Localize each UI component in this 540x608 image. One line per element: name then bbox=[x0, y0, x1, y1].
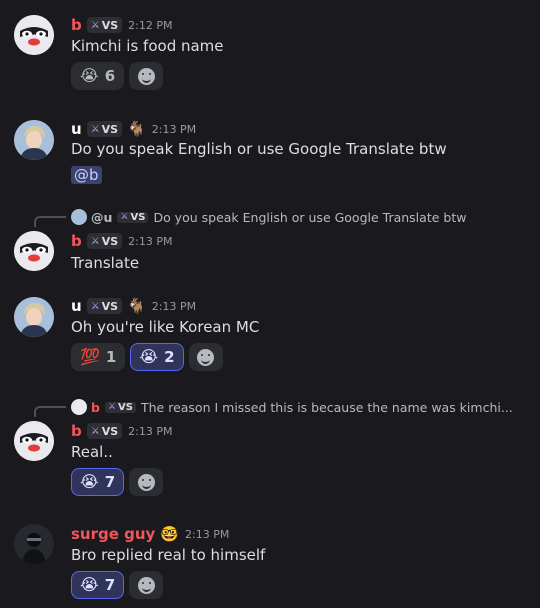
reply-author: b bbox=[91, 399, 100, 415]
avatar-anime[interactable] bbox=[14, 120, 54, 160]
mention-line: @b bbox=[71, 166, 102, 184]
reaction-sob[interactable]: 😭 6 bbox=[71, 62, 125, 90]
message-header: b ⚔ VS 2:13 PM bbox=[71, 422, 172, 440]
reaction-sob[interactable]: 😭 7 bbox=[71, 468, 125, 496]
reaction-sob[interactable]: 😭 2 bbox=[130, 343, 184, 371]
message-header: u ⚔ VS 🐐 2:13 PM bbox=[71, 120, 196, 138]
message-text: Kimchi is food name bbox=[71, 37, 224, 55]
guild-tag[interactable]: ⚔ VS bbox=[86, 17, 123, 33]
guild-tag[interactable]: ⚔ VS bbox=[86, 121, 123, 137]
message-header: b ⚔ VS 2:12 PM bbox=[71, 16, 172, 34]
reply-text: Do you speak English or use Google Trans… bbox=[153, 209, 467, 225]
message-header: b ⚔ VS 2:13 PM bbox=[71, 232, 172, 250]
sword-icon: ⚔ bbox=[120, 212, 129, 222]
reaction-bar: 😭 7 bbox=[71, 571, 164, 599]
sword-icon: ⚔ bbox=[107, 402, 117, 412]
message-text: Oh you're like Korean MC bbox=[71, 318, 260, 336]
avatar-penguin[interactable] bbox=[14, 15, 54, 55]
avatar-penguin[interactable] bbox=[14, 421, 54, 461]
sob-emoji-icon: 😭 bbox=[139, 347, 159, 366]
author-name[interactable]: surge guy bbox=[71, 525, 155, 543]
add-reaction-icon bbox=[137, 67, 155, 85]
message-text: Bro replied real to himself bbox=[71, 546, 266, 564]
sob-emoji-icon: 😭 bbox=[80, 575, 99, 594]
author-name[interactable]: b bbox=[71, 422, 82, 440]
hundred-emoji-icon: 💯 bbox=[80, 347, 100, 366]
reaction-bar: 💯 1 😭 2 bbox=[71, 343, 223, 371]
add-reaction-icon bbox=[137, 576, 155, 594]
user-mention[interactable]: @b bbox=[71, 166, 102, 184]
author-name[interactable]: u bbox=[71, 120, 82, 138]
reaction-count: 7 bbox=[104, 576, 116, 594]
reply-author: @u bbox=[91, 209, 113, 225]
reaction-hundred[interactable]: 💯 1 bbox=[71, 343, 126, 371]
avatar-anime bbox=[71, 209, 87, 225]
sword-icon: ⚔ bbox=[90, 123, 100, 135]
reply-preview[interactable]: b ⚔ VS The reason I missed this is becaus… bbox=[71, 399, 513, 415]
sword-icon: ⚔ bbox=[90, 425, 100, 437]
timestamp[interactable]: 2:13 PM bbox=[128, 425, 172, 438]
timestamp[interactable]: 2:13 PM bbox=[185, 528, 229, 541]
sword-icon: ⚔ bbox=[90, 19, 100, 31]
add-reaction-button[interactable] bbox=[129, 468, 164, 496]
sword-icon: ⚔ bbox=[90, 235, 100, 247]
timestamp[interactable]: 2:12 PM bbox=[128, 19, 172, 32]
add-reaction-button[interactable] bbox=[129, 62, 164, 90]
message-header: surge guy 🤓 2:13 PM bbox=[71, 525, 229, 543]
author-name[interactable]: b bbox=[71, 16, 82, 34]
message-header: u ⚔ VS 🐐 2:13 PM bbox=[71, 297, 196, 315]
message-text: Translate bbox=[71, 254, 140, 272]
goat-badge-icon[interactable]: 🐐 bbox=[127, 121, 146, 137]
reply-connector bbox=[34, 406, 66, 417]
reaction-count: 2 bbox=[164, 348, 175, 366]
reaction-count: 6 bbox=[104, 67, 116, 85]
reaction-bar: 😭 6 bbox=[71, 62, 164, 90]
avatar-anime[interactable] bbox=[14, 297, 54, 337]
add-reaction-button[interactable] bbox=[188, 343, 223, 371]
nerd-badge-icon[interactable]: 🤓 bbox=[160, 526, 179, 542]
timestamp[interactable]: 2:13 PM bbox=[152, 300, 196, 313]
add-reaction-icon bbox=[137, 473, 155, 491]
goat-badge-icon[interactable]: 🐐 bbox=[127, 298, 146, 314]
timestamp[interactable]: 2:13 PM bbox=[128, 235, 172, 248]
author-name[interactable]: u bbox=[71, 297, 82, 315]
avatar-penguin bbox=[71, 399, 87, 415]
guild-tag[interactable]: ⚔ VS bbox=[86, 233, 123, 249]
reply-connector bbox=[34, 216, 66, 227]
reply-preview[interactable]: @u ⚔ VS Do you speak English or use Googl… bbox=[71, 209, 466, 225]
avatar-masked[interactable] bbox=[14, 524, 54, 564]
guild-tag[interactable]: ⚔ VS bbox=[86, 298, 123, 314]
sob-emoji-icon: 😭 bbox=[80, 472, 99, 491]
message-text: Do you speak English or use Google Trans… bbox=[71, 140, 447, 158]
author-name[interactable]: b bbox=[71, 232, 82, 250]
reply-text: The reason I missed this is because the … bbox=[140, 399, 513, 415]
timestamp[interactable]: 2:13 PM bbox=[152, 123, 196, 136]
sword-icon: ⚔ bbox=[90, 300, 100, 312]
add-reaction-icon bbox=[197, 348, 214, 366]
guild-tag[interactable]: ⚔ VS bbox=[86, 423, 123, 439]
reaction-bar: 😭 7 bbox=[71, 468, 164, 496]
add-reaction-button[interactable] bbox=[129, 571, 164, 599]
reaction-sob[interactable]: 😭 7 bbox=[71, 571, 125, 599]
sob-emoji-icon: 😭 bbox=[80, 66, 99, 85]
avatar-penguin[interactable] bbox=[14, 231, 54, 271]
reaction-count: 7 bbox=[104, 473, 116, 491]
guild-tag: ⚔ VS bbox=[104, 401, 136, 413]
message-text: Real.. bbox=[71, 443, 113, 461]
reaction-count: 1 bbox=[105, 348, 117, 366]
guild-tag: ⚔ VS bbox=[117, 211, 149, 223]
